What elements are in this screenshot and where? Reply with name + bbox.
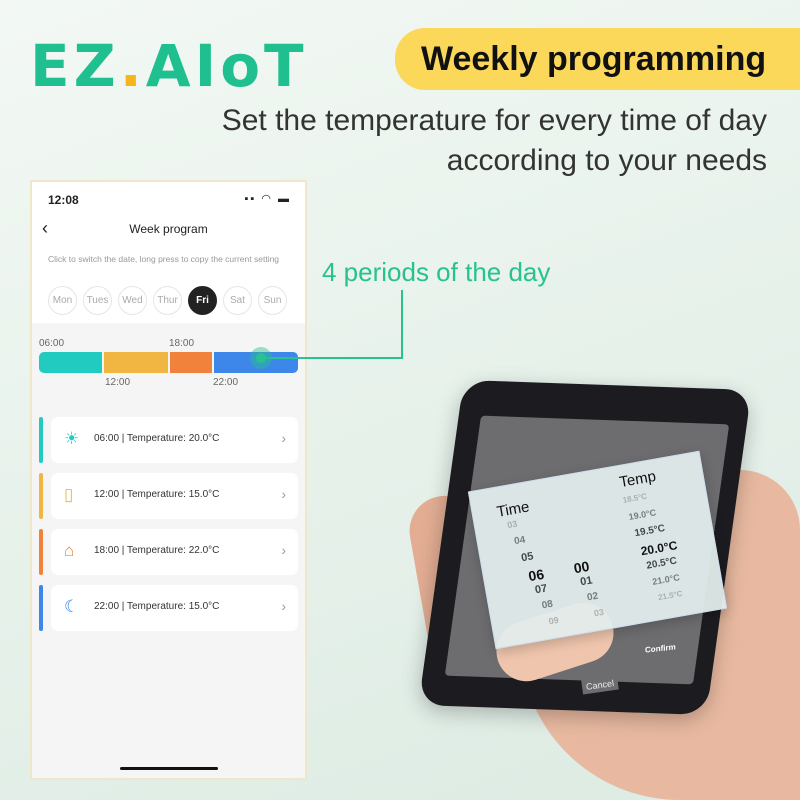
- callout-text: 4 periods of the day: [322, 257, 551, 287]
- picker-hour[interactable]: 04: [513, 534, 526, 547]
- picker-minute[interactable]: 01: [579, 574, 593, 588]
- picker-minute[interactable]: 00: [572, 558, 590, 576]
- picker-minute[interactable]: 03: [593, 607, 605, 619]
- picker-temp[interactable]: 19.0°C: [628, 507, 657, 522]
- picker-temp[interactable]: 20.5°C: [646, 555, 678, 571]
- callout-line: [262, 290, 403, 359]
- picker-temp-label: Temp: [618, 467, 658, 492]
- picker-minute[interactable]: 02: [586, 591, 599, 604]
- picker-hour[interactable]: 03: [506, 519, 518, 531]
- picker-hour[interactable]: 09: [548, 615, 560, 627]
- picker-time-label: Time: [495, 498, 531, 521]
- picker-temp[interactable]: 21.5°C: [657, 589, 683, 602]
- picker-hour[interactable]: 05: [520, 550, 534, 564]
- picker-temp[interactable]: 19.5°C: [634, 523, 666, 539]
- picker-hour[interactable]: 07: [534, 582, 548, 596]
- picker-hour[interactable]: 08: [541, 599, 554, 612]
- picker-hour[interactable]: 06: [527, 566, 545, 584]
- confirm-button[interactable]: Confirm: [645, 642, 676, 654]
- picker-temp[interactable]: 18.5°C: [622, 492, 648, 505]
- picker-temp[interactable]: 21.0°C: [652, 572, 681, 587]
- callout-dot-center: [256, 353, 266, 363]
